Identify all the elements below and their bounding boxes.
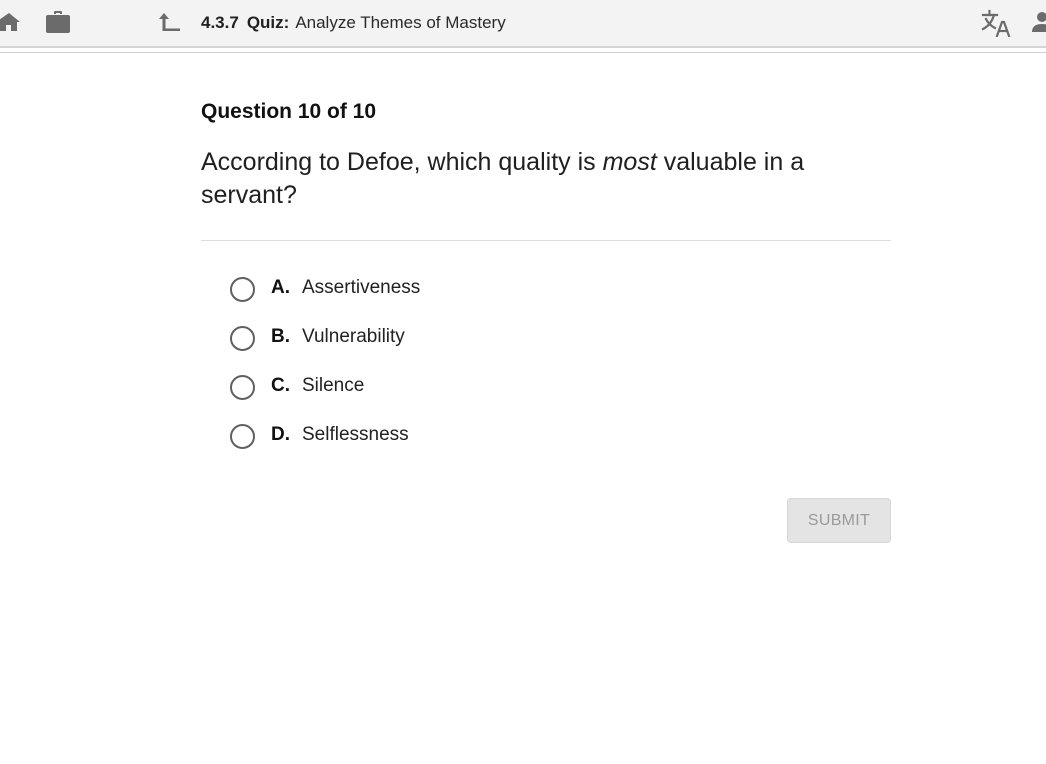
option-letter: D. xyxy=(271,424,290,445)
question-counter: Question 10 of 10 xyxy=(201,100,377,123)
answer-option-b[interactable]: B. Vulnerability xyxy=(230,321,420,370)
radio-button-d[interactable] xyxy=(230,424,255,449)
person-icon[interactable] xyxy=(1028,11,1046,33)
radio-button-a[interactable] xyxy=(230,277,255,302)
header-divider xyxy=(0,52,1046,53)
answer-option-a[interactable]: A. Assertiveness xyxy=(230,272,420,321)
question-text: According to Defoe, which quality is mos… xyxy=(201,146,891,212)
breadcrumb: 4.3.7 Quiz: Analyze Themes of Mastery xyxy=(201,13,506,33)
option-text: Silence xyxy=(302,375,365,396)
lesson-number: 4.3.7 xyxy=(201,13,239,32)
option-text: Vulnerability xyxy=(302,326,405,347)
question-divider xyxy=(201,240,891,241)
translate-icon[interactable] xyxy=(981,9,1011,37)
top-bar: 4.3.7 Quiz: Analyze Themes of Mastery xyxy=(0,0,1046,48)
question-text-emphasis: most xyxy=(602,148,657,176)
question-text-start: According to Defoe, which quality is xyxy=(201,148,603,176)
upload-icon[interactable] xyxy=(158,11,182,33)
answer-options: A. Assertiveness B. Vulnerability C. Sil… xyxy=(230,272,420,468)
option-letter: B. xyxy=(271,326,290,347)
option-letter: A. xyxy=(271,277,290,298)
radio-button-b[interactable] xyxy=(230,326,255,351)
radio-button-c[interactable] xyxy=(230,375,255,400)
submit-button[interactable]: SUBMIT xyxy=(787,498,891,543)
lesson-title: Analyze Themes of Mastery xyxy=(295,13,506,32)
home-icon[interactable] xyxy=(0,12,20,32)
option-text: Selflessness xyxy=(302,424,409,445)
answer-option-c[interactable]: C. Silence xyxy=(230,370,420,419)
option-text: Assertiveness xyxy=(302,277,421,298)
answer-option-d[interactable]: D. Selflessness xyxy=(230,419,420,468)
option-letter: C. xyxy=(271,375,290,396)
briefcase-icon[interactable] xyxy=(45,10,71,34)
quiz-label: Quiz: xyxy=(246,13,290,32)
